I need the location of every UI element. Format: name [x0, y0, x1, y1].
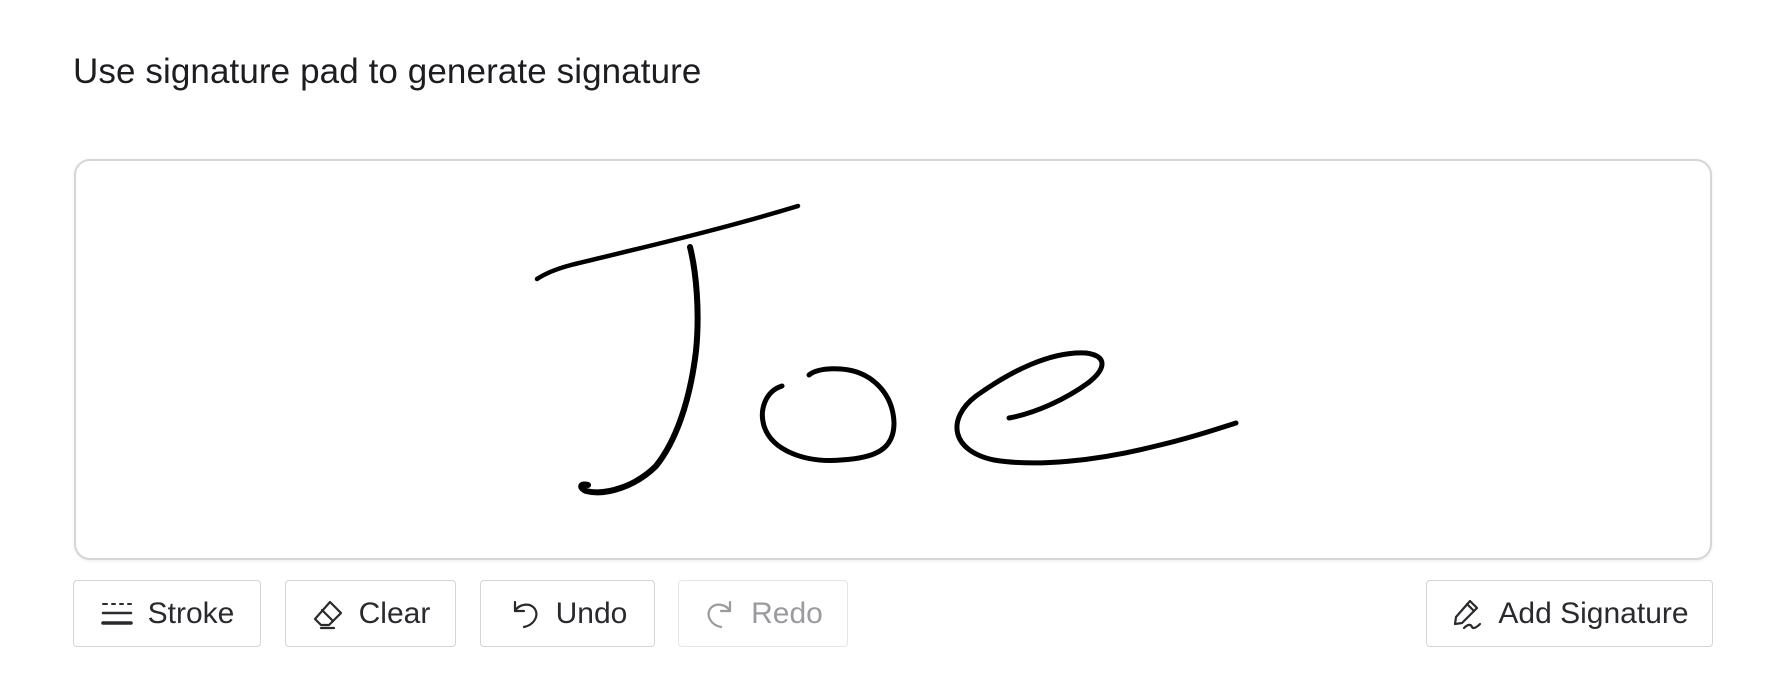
signature-page: Use signature pad to generate signature — [0, 0, 1782, 698]
signature-stroke-e — [954, 350, 1239, 466]
undo-icon — [508, 597, 542, 631]
signature-stroke-j-stem — [578, 244, 701, 496]
clear-button[interactable]: Clear — [285, 580, 456, 647]
undo-button[interactable]: Undo — [480, 580, 655, 647]
undo-button-label: Undo — [555, 596, 628, 630]
add-signature-button[interactable]: Add Signature — [1426, 580, 1713, 647]
signature-stroke-o — [759, 366, 897, 463]
stroke-button-label: Stroke — [147, 596, 235, 630]
eraser-icon — [311, 597, 345, 631]
stroke-button[interactable]: Stroke — [73, 580, 261, 647]
signature-canvas[interactable] — [76, 161, 1712, 560]
signature-pad[interactable] — [74, 159, 1712, 560]
redo-icon — [703, 597, 737, 631]
clear-button-label: Clear — [358, 596, 431, 630]
signature-pen-icon — [1450, 597, 1484, 631]
stroke-lines-icon — [100, 597, 134, 631]
add-signature-button-label: Add Signature — [1498, 596, 1689, 630]
page-title: Use signature pad to generate signature — [73, 52, 702, 91]
signature-stroke-j-bar — [534, 203, 801, 282]
redo-button[interactable]: Redo — [678, 580, 848, 647]
redo-button-label: Redo — [751, 596, 823, 630]
